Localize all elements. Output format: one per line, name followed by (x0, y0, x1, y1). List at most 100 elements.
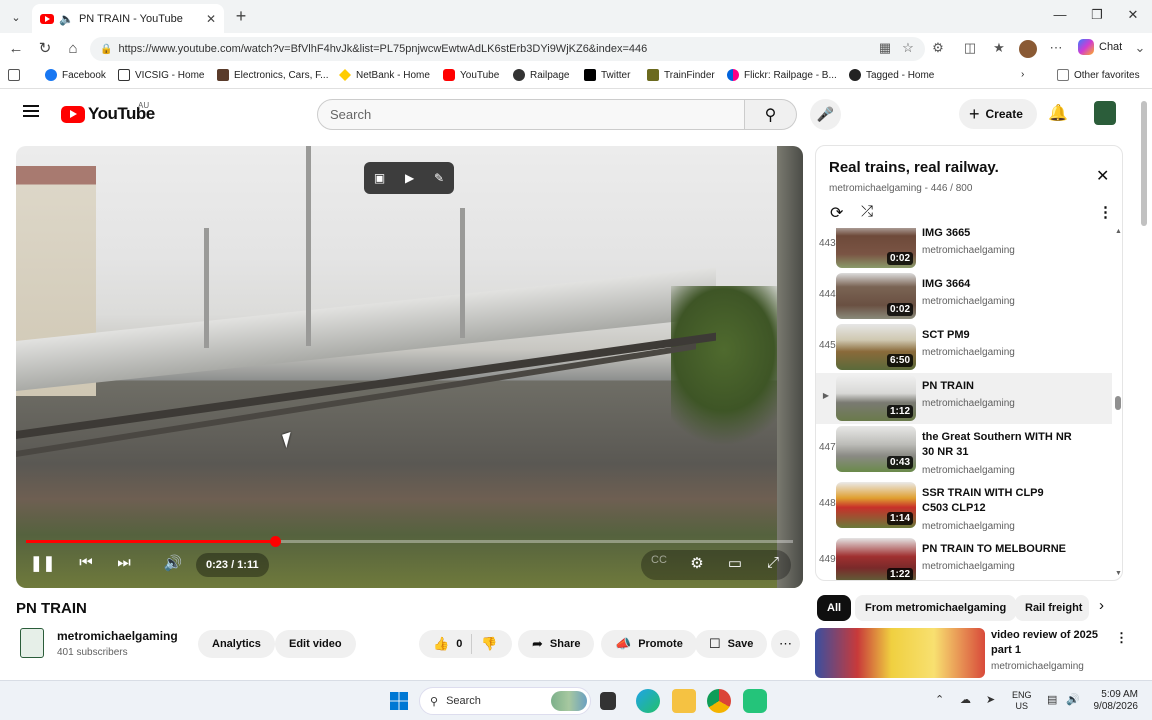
chips-next-chevron-icon[interactable]: › (1099, 597, 1104, 614)
file-explorer-icon[interactable] (672, 689, 696, 713)
window-minimize-icon[interactable]: — (1050, 7, 1070, 22)
recommended-video[interactable]: video review of 2025 part 1 metromichael… (815, 628, 1135, 678)
site-info-lock-icon[interactable]: 🔒 (100, 44, 112, 55)
bookmark-twitter[interactable]: Twitter (584, 69, 630, 81)
playlist-close-icon[interactable]: ✕ (1096, 166, 1109, 186)
network-icon[interactable]: ▤ (1047, 693, 1057, 706)
previous-icon[interactable]: ⏮ (74, 554, 98, 571)
scroll-down-icon[interactable]: ▼ (1115, 570, 1122, 577)
copilot-chat-button[interactable]: Chat (1078, 39, 1122, 55)
bookmarks-overflow-chevron-icon[interactable]: › (1021, 69, 1024, 80)
bookmark-flickr[interactable]: Flickr: Railpage - B... (727, 69, 837, 81)
tab-actions-chevron-icon[interactable]: ⌄ (6, 7, 26, 27)
pause-icon[interactable]: ❚❚ (30, 554, 55, 572)
menu-hamburger-icon[interactable] (23, 105, 39, 117)
volume-icon[interactable]: 🔊 (161, 554, 185, 572)
window-restore-icon[interactable]: ❐ (1087, 7, 1107, 23)
progress-bar[interactable] (26, 536, 793, 547)
bookmark-netbank[interactable]: NetBank - Home (339, 69, 430, 81)
video-player[interactable]: ▣ ▶ ✎ ❚❚ ⏮ ⏭ 🔊 0:23 / 1:11 CC ⚙ ▭ ⤢ (16, 146, 803, 588)
promote-button[interactable]: 📣 Promote (601, 630, 697, 658)
playlist-more-icon[interactable]: ⋮ (1098, 203, 1113, 221)
channel-avatar[interactable] (20, 628, 44, 658)
playlist-item[interactable]: 448 1:14 SSR TRAIN WITH CLP9 C503 CLP12 … (816, 480, 1112, 536)
back-arrow-icon[interactable]: ← (6, 39, 26, 59)
channel-name[interactable]: metromichaelgaming (57, 629, 178, 643)
playlist-item[interactable]: 445 6:50 SCT PM9 metromichaelgaming (816, 322, 1112, 373)
tray-app-icon[interactable]: ☁ (960, 693, 971, 706)
settings-gear-icon[interactable]: ⚙ (685, 554, 709, 572)
tab-close-icon[interactable]: ✕ (206, 12, 216, 26)
chip-from-channel[interactable]: From metromichaelgaming (855, 595, 1017, 621)
home-icon[interactable]: ⌂ (63, 39, 83, 59)
app-icon[interactable] (743, 689, 767, 713)
search-input[interactable]: Search (317, 99, 745, 130)
miniplayer-icon[interactable]: ▣ (374, 171, 385, 185)
edit-video-button[interactable]: Edit video (275, 630, 356, 658)
tray-send-icon[interactable]: ➤ (986, 693, 995, 706)
tray-overflow-chevron-icon[interactable]: ⌃ (935, 693, 944, 706)
settings-more-icon[interactable]: ⋯ (1047, 40, 1065, 56)
app-available-icon[interactable]: ▦ (876, 40, 894, 56)
notifications-bell-icon[interactable]: 🔔 (1048, 103, 1068, 123)
like-thumb-icon[interactable]: 👍 (433, 636, 449, 652)
url-field[interactable]: 🔒 https://www.youtube.com/watch?v=BfVlhF… (90, 37, 925, 61)
new-tab-plus-icon[interactable]: + (231, 6, 251, 27)
split-screen-icon[interactable]: ◫ (961, 40, 979, 56)
playlist-item[interactable]: 443 0:02 IMG 3665 metromichaelgaming (816, 228, 1112, 271)
recommended-more-icon[interactable]: ⋮ (1115, 630, 1128, 646)
create-button[interactable]: + Create (959, 99, 1037, 129)
bookmark-electronics[interactable]: Electronics, Cars, F... (217, 69, 328, 81)
scroll-up-icon[interactable]: ▲ (1115, 228, 1122, 235)
loop-icon[interactable]: ⟳ (830, 203, 843, 223)
account-avatar[interactable] (1094, 101, 1116, 125)
bookmark-trainfinder[interactable]: TrainFinder (647, 69, 715, 81)
bookmark-tagged[interactable]: Tagged - Home (849, 69, 934, 81)
analytics-button[interactable]: Analytics (198, 630, 275, 658)
taskbar-search[interactable]: ⚲ Search (419, 687, 591, 715)
progress-scrubber[interactable] (269, 536, 281, 547)
windows-start-icon[interactable] (387, 689, 411, 713)
share-button[interactable]: ➦ Share (518, 630, 595, 658)
page-scrollbar[interactable] (1141, 101, 1147, 226)
theater-mode-icon[interactable]: ▭ (723, 554, 747, 572)
playlist-item[interactable]: 444 0:02 IMG 3664 metromichaelgaming (816, 271, 1112, 322)
browser-tab-active[interactable]: 🔈 PN TRAIN - YouTube ✕ (32, 4, 224, 33)
fullscreen-icon[interactable]: ⤢ (761, 554, 785, 571)
chip-rail-freight[interactable]: Rail freight (1015, 595, 1089, 621)
playlist-owner[interactable]: metromichaelgaming (829, 183, 922, 194)
bookmark-vicsig[interactable]: VICSIG - Home (118, 69, 204, 81)
other-favorites[interactable]: Other favorites (1057, 69, 1140, 81)
save-button[interactable]: ☐ Save (695, 630, 768, 658)
tab-audio-icon[interactable]: 🔈 (59, 12, 74, 26)
task-view-icon[interactable] (600, 692, 616, 710)
extensions-icon[interactable]: ⚙ (929, 40, 947, 56)
more-actions-button[interactable]: ⋯ (771, 630, 800, 658)
edge-browser-icon[interactable] (636, 689, 660, 713)
favorites-bar-icon[interactable] (8, 69, 20, 81)
input-language[interactable]: ENG US (1012, 690, 1032, 712)
speaker-icon[interactable]: 🔊 (1066, 693, 1080, 706)
dislike-thumb-icon[interactable]: 👎 (481, 636, 497, 652)
clip-icon[interactable]: ▶ (405, 171, 414, 185)
playlist-item[interactable]: 447 0:43 the Great Southern WITH NR 30 N… (816, 424, 1112, 480)
profile-avatar[interactable] (1019, 40, 1037, 58)
notes-icon[interactable]: ✎ (434, 171, 444, 185)
playlist-item[interactable]: 449 1:22 PN TRAIN TO MELBOURNE metromich… (816, 536, 1112, 580)
bookmark-facebook[interactable]: Facebook (45, 69, 106, 81)
favorite-star-icon[interactable]: ☆ (899, 40, 917, 56)
chrome-icon[interactable] (707, 689, 731, 713)
captions-icon[interactable]: CC (647, 554, 671, 566)
playlist-title[interactable]: Real trains, real railway. (829, 159, 999, 176)
refresh-icon[interactable]: ↻ (35, 39, 55, 59)
chevron-down-icon[interactable]: ⌄ (1131, 40, 1149, 56)
playlist-scroll-thumb[interactable] (1115, 396, 1121, 410)
chip-all[interactable]: All (817, 595, 852, 621)
bookmark-youtube[interactable]: YouTube (443, 69, 499, 81)
voice-search-mic-icon[interactable]: 🎤 (810, 99, 841, 130)
system-clock[interactable]: 5:09 AM 9/08/2026 (1088, 689, 1139, 713)
favorites-list-icon[interactable]: ★ (990, 40, 1008, 56)
bookmark-railpage[interactable]: Railpage (513, 69, 569, 81)
search-button[interactable]: ⚲ (745, 99, 797, 130)
playlist-scrollbar[interactable]: ▲ ▼ (1115, 228, 1122, 578)
